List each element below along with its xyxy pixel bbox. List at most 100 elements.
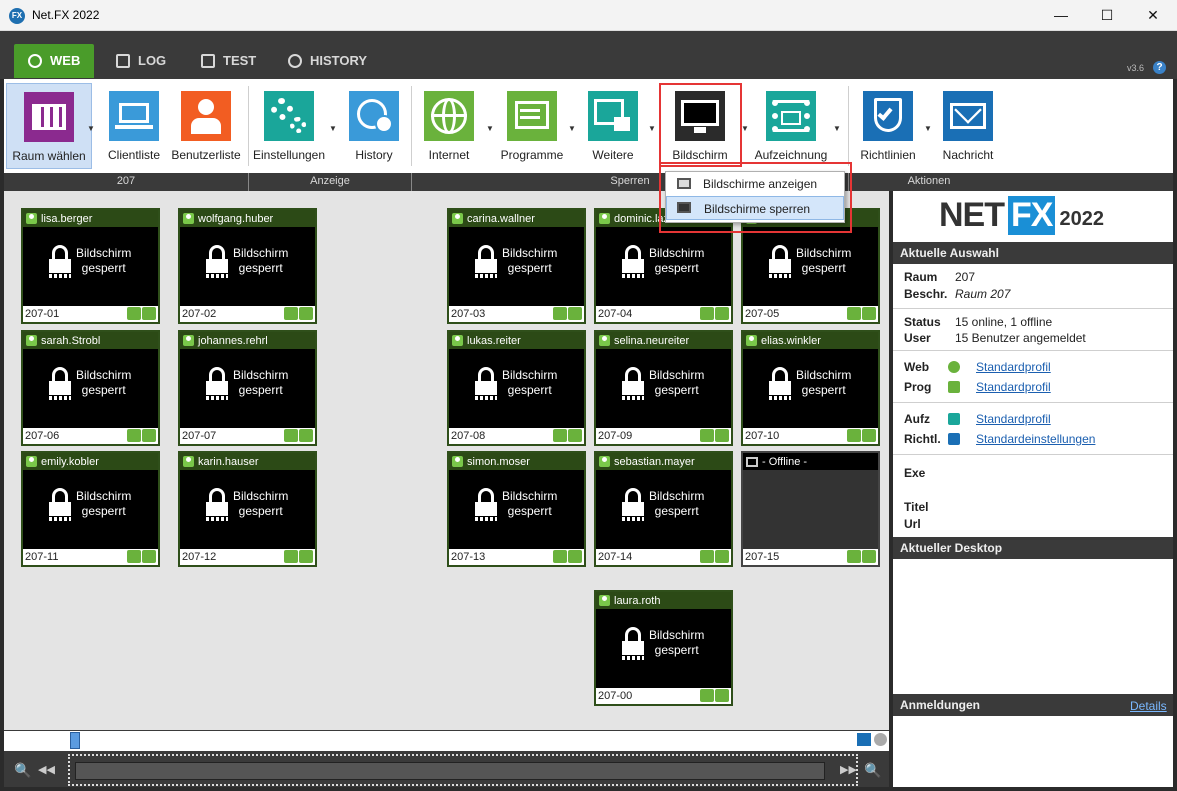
nachricht-button[interactable]: Nachricht bbox=[934, 83, 1002, 169]
chevron-down-icon[interactable]: ▼ bbox=[329, 124, 337, 133]
lock-text-line1: Bildschirm bbox=[233, 489, 289, 503]
client-card-footer: 207-05 bbox=[743, 306, 878, 322]
client-screen: Bildschirm gesperrt bbox=[743, 227, 878, 306]
chevron-down-icon[interactable]: ▼ bbox=[924, 124, 932, 133]
user-icon bbox=[26, 456, 37, 467]
weitere-button[interactable]: Weitere bbox=[580, 83, 646, 169]
client-card[interactable]: sebastian.mayer Bildschirm gesperrt 207-14 bbox=[594, 451, 733, 567]
client-card-footer: 207-07 bbox=[180, 428, 315, 444]
globe-icon bbox=[299, 307, 313, 320]
lock-text: Bildschirm gesperrt bbox=[796, 246, 851, 276]
lock-text: Bildschirm gesperrt bbox=[76, 368, 131, 398]
client-card[interactable]: emily.kobler Bildschirm gesperrt 207-11 bbox=[21, 451, 160, 567]
client-id: 207-07 bbox=[182, 430, 217, 442]
ribbon-separator bbox=[248, 86, 249, 166]
lock-text: Bildschirm gesperrt bbox=[76, 246, 131, 276]
help-icon[interactable]: ? bbox=[1153, 61, 1166, 74]
forward-icon[interactable]: ▶▶ bbox=[840, 763, 857, 776]
user-icon bbox=[452, 335, 463, 346]
lock-text-line1: Bildschirm bbox=[796, 246, 852, 260]
client-user: karin.hauser bbox=[198, 455, 259, 468]
lock-text-line2: gesperrt bbox=[238, 504, 283, 518]
program-icon bbox=[700, 550, 714, 563]
chevron-down-icon[interactable]: ▼ bbox=[87, 124, 95, 133]
client-card-header: lisa.berger bbox=[23, 210, 158, 227]
client-card[interactable]: karin.hauser Bildschirm gesperrt 207-12 bbox=[178, 451, 317, 567]
close-button[interactable]: ✕ bbox=[1130, 0, 1176, 31]
key: Prog bbox=[904, 380, 932, 394]
richtl-settings-link[interactable]: Standardeinstellungen bbox=[976, 432, 1095, 446]
benutzerliste-button[interactable]: Benutzerliste bbox=[168, 83, 244, 169]
prog-profile-link[interactable]: Standardprofil bbox=[976, 380, 1051, 394]
monitor-icon[interactable] bbox=[857, 733, 871, 746]
client-card[interactable]: simon.moser Bildschirm gesperrt 207-13 bbox=[447, 451, 586, 567]
history-button[interactable]: History bbox=[341, 83, 407, 169]
key: Url bbox=[904, 517, 921, 531]
client-user: laura.roth bbox=[614, 594, 661, 607]
client-screen: Bildschirm gesperrt bbox=[743, 349, 878, 428]
client-card[interactable]: lisa.berger Bildschirm gesperrt 207-01 bbox=[21, 208, 160, 324]
chevron-down-icon[interactable]: ▼ bbox=[486, 124, 494, 133]
divider bbox=[893, 402, 1173, 403]
maximize-button[interactable]: ☐ bbox=[1084, 0, 1130, 31]
client-card[interactable]: sarah.Strobl Bildschirm gesperrt 207-06 bbox=[21, 330, 160, 446]
einstellungen-button[interactable]: Einstellungen bbox=[251, 83, 327, 169]
client-card-footer: 207-12 bbox=[180, 549, 315, 565]
film-image-icon bbox=[766, 91, 816, 141]
lock-text: Bildschirm gesperrt bbox=[649, 246, 704, 276]
client-card-footer: 207-09 bbox=[596, 428, 731, 444]
rewind-icon[interactable]: ◀◀ bbox=[38, 763, 55, 776]
lock-text-line1: Bildschirm bbox=[233, 246, 289, 260]
internet-button[interactable]: Internet bbox=[416, 83, 482, 169]
minimize-button[interactable]: — bbox=[1038, 0, 1084, 31]
aufzeichnung-button[interactable]: Aufzeichnung bbox=[749, 83, 833, 169]
zoom-in-icon[interactable]: 🔍 bbox=[864, 762, 881, 779]
client-card[interactable]: johannes.rehrl Bildschirm gesperrt 207-07 bbox=[178, 330, 317, 446]
ribbon-separator bbox=[848, 86, 849, 166]
richtlinien-button[interactable]: Richtlinien bbox=[852, 83, 924, 169]
laptop-icon bbox=[109, 91, 159, 141]
tab-test[interactable]: TEST bbox=[187, 44, 270, 78]
programme-button[interactable]: Programme bbox=[496, 83, 568, 169]
web-profile-link[interactable]: Standardprofil bbox=[976, 360, 1051, 374]
globe-icon bbox=[299, 429, 313, 442]
globe-icon bbox=[862, 550, 876, 563]
client-card[interactable]: elias.winkler Bildschirm gesperrt 207-10 bbox=[741, 330, 880, 446]
globe-icon bbox=[862, 307, 876, 320]
section-aktuelle-auswahl: Aktuelle Auswahl bbox=[893, 242, 1173, 264]
button-label: Internet bbox=[428, 148, 470, 162]
client-card-header: - Offline - bbox=[743, 453, 878, 470]
client-card[interactable]: selina.neureiter Bildschirm gesperrt 207-09 bbox=[594, 330, 733, 446]
client-card[interactable]: carina.wallner Bildschirm gesperrt 207-03 bbox=[447, 208, 586, 324]
client-user: selina.neureiter bbox=[614, 334, 690, 347]
slider-handle[interactable] bbox=[70, 732, 80, 749]
details-link[interactable]: Details bbox=[1130, 699, 1167, 713]
client-user: simon.moser bbox=[467, 455, 530, 468]
client-id: 207-13 bbox=[451, 551, 486, 563]
tab-log[interactable]: LOG bbox=[102, 44, 180, 78]
film-icon bbox=[948, 413, 960, 425]
client-card[interactable]: - Offline - 207-15 bbox=[741, 451, 880, 567]
client-card-footer: 207-11 bbox=[23, 549, 158, 565]
client-card-footer: 207-10 bbox=[743, 428, 878, 444]
raum-waehlen-button[interactable]: Raum wählen bbox=[6, 83, 92, 169]
client-card[interactable]: wolfgang.huber Bildschirm gesperrt 207-02 bbox=[178, 208, 317, 324]
client-screen: Bildschirm gesperrt bbox=[180, 349, 315, 428]
clientliste-button[interactable]: Clientliste bbox=[98, 83, 170, 169]
globe-icon[interactable] bbox=[874, 733, 887, 746]
chevron-down-icon[interactable]: ▼ bbox=[568, 124, 576, 133]
aufz-profile-link[interactable]: Standardprofil bbox=[976, 412, 1051, 426]
key: Raum bbox=[904, 270, 938, 284]
button-label: Benutzerliste bbox=[171, 148, 241, 162]
client-card[interactable]: laura.roth Bildschirm gesperrt 207-00 bbox=[594, 590, 733, 706]
zoom-out-icon[interactable]: 🔍 bbox=[14, 762, 31, 779]
chevron-down-icon[interactable]: ▼ bbox=[648, 124, 656, 133]
tab-history[interactable]: HISTORY bbox=[274, 44, 381, 78]
chevron-down-icon[interactable]: ▼ bbox=[741, 124, 749, 133]
program-icon bbox=[700, 689, 714, 702]
tab-web[interactable]: WEB bbox=[14, 44, 95, 78]
client-card-header: elias.winkler bbox=[743, 332, 878, 349]
client-card-footer: 207-08 bbox=[449, 428, 584, 444]
client-card[interactable]: lukas.reiter Bildschirm gesperrt 207-08 bbox=[447, 330, 586, 446]
chevron-down-icon[interactable]: ▼ bbox=[833, 124, 841, 133]
